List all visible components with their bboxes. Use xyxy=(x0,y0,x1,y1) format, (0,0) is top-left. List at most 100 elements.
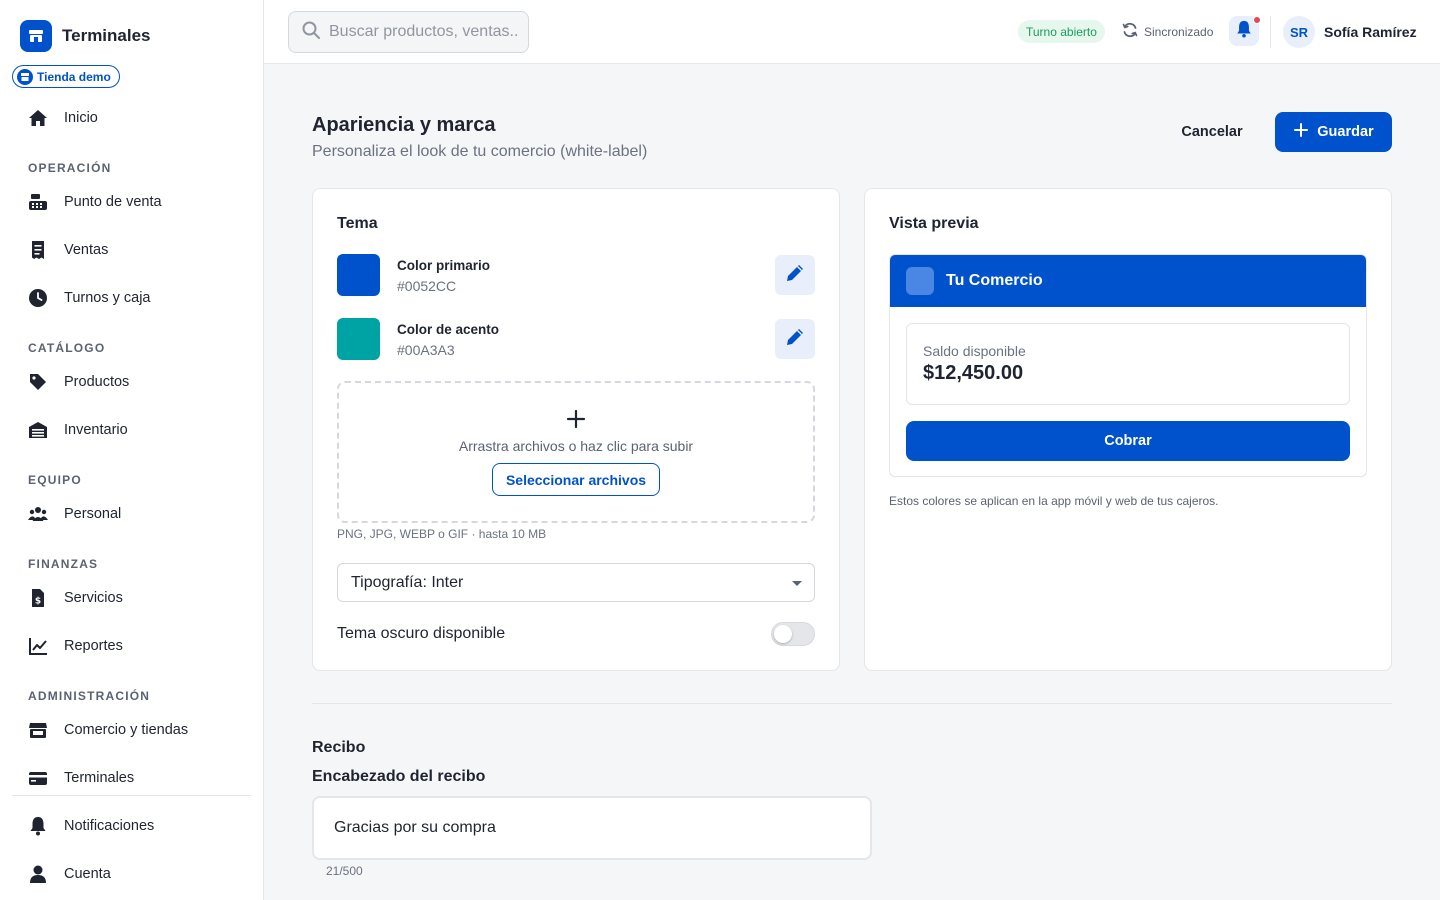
sidebar-item-notificaciones[interactable]: Notificaciones xyxy=(28,814,154,838)
sidebar-item-label: Servicios xyxy=(64,590,123,606)
credit-card-icon xyxy=(28,768,48,788)
page-subtitle: Personaliza el look de tu comercio (whit… xyxy=(312,143,648,160)
notification-dot xyxy=(1253,16,1261,24)
dark-mode-toggle[interactable] xyxy=(771,622,815,646)
toggle-knob xyxy=(774,625,792,643)
sidebar-item-terminales[interactable]: Terminales xyxy=(28,766,134,790)
search-input[interactable] xyxy=(329,23,519,41)
sidebar-item-ventas[interactable]: Ventas xyxy=(28,238,108,262)
store-icon xyxy=(17,68,33,85)
primary-color-label: Color primario xyxy=(397,258,491,273)
receipt-header-input[interactable] xyxy=(312,796,872,860)
accent-color-hex: #00A3A3 xyxy=(397,342,455,358)
save-button-label: Guardar xyxy=(1317,124,1374,140)
sidebar-item-servicios[interactable]: $ Servicios xyxy=(28,586,123,610)
sidebar-item-personal[interactable]: Personal xyxy=(28,502,121,526)
sidebar-item-comercio[interactable]: Comercio y tiendas xyxy=(28,718,188,742)
cash-register-icon xyxy=(28,192,48,212)
caret-down-icon xyxy=(792,581,802,586)
sidebar-item-cuenta[interactable]: Cuenta xyxy=(28,862,111,886)
users-icon xyxy=(28,504,48,524)
logo-dropzone[interactable]: Arrastra archivos o haz clic para subir … xyxy=(337,381,815,523)
section-administracion: ADMINISTRACIÓN xyxy=(28,689,151,703)
page-title: Apariencia y marca xyxy=(312,114,496,136)
tag-icon xyxy=(28,372,48,392)
preview-charge-button[interactable]: Cobrar xyxy=(906,421,1350,461)
sidebar-divider xyxy=(12,795,251,796)
preview-brand-name: Tu Comercio xyxy=(946,272,1043,289)
clock-icon xyxy=(28,288,48,308)
preview-header: Tu Comercio xyxy=(890,255,1366,307)
sidebar-item-label: Notificaciones xyxy=(64,818,155,834)
balance-label: Saldo disponible xyxy=(923,343,1026,359)
user-menu[interactable]: SR Sofía Ramírez xyxy=(1283,16,1417,48)
receipt-header-label: Encabezado del recibo xyxy=(312,768,486,785)
theme-card: Tema Color primario #0052CC Color de ace… xyxy=(312,188,840,671)
sidebar-item-inicio[interactable]: Inicio xyxy=(28,106,98,130)
notifications-button[interactable] xyxy=(1229,16,1261,46)
dark-mode-label: Tema oscuro disponible xyxy=(337,625,506,642)
sidebar-item-label: Punto de venta xyxy=(64,194,162,210)
svg-text:$: $ xyxy=(35,597,41,607)
save-button[interactable]: Guardar xyxy=(1275,112,1392,152)
balance-value: $12,450.00 xyxy=(923,362,1024,384)
preview-frame: Tu Comercio Saldo disponible $12,450.00 … xyxy=(889,254,1367,477)
sidebar-item-turnos[interactable]: Turnos y caja xyxy=(28,286,151,310)
store-name: Tienda demo xyxy=(37,69,111,84)
upload-hint: PNG, JPG, WEBP o GIF · hasta 10 MB xyxy=(337,527,547,541)
primary-color-hex: #0052CC xyxy=(397,278,457,294)
search-box[interactable] xyxy=(288,11,529,53)
primary-color-swatch[interactable] xyxy=(337,254,380,296)
pencil-icon xyxy=(784,326,806,353)
warehouse-icon xyxy=(28,420,48,440)
section-equipo: EQUIPO xyxy=(28,473,82,487)
sidebar-item-inventario[interactable]: Inventario xyxy=(28,418,128,442)
pencil-icon xyxy=(784,262,806,289)
edit-primary-color-button[interactable] xyxy=(775,255,815,295)
font-select[interactable]: Tipografía: Inter xyxy=(337,563,815,602)
sidebar-item-label: Ventas xyxy=(64,242,109,258)
home-icon xyxy=(28,108,48,128)
section-catalogo: CATÁLOGO xyxy=(28,341,106,355)
accent-color-swatch[interactable] xyxy=(337,318,380,360)
topbar-divider xyxy=(1270,16,1271,48)
section-finanzas: FINANZAS xyxy=(28,557,99,571)
sidebar-item-label: Personal xyxy=(64,506,122,522)
section-divider xyxy=(312,703,1392,704)
user-icon xyxy=(28,864,48,884)
section-operacion: OPERACIÓN xyxy=(28,161,112,175)
brand[interactable]: Terminales xyxy=(20,20,151,52)
sync-status[interactable]: Sincronizado xyxy=(1122,22,1213,41)
sidebar: Terminales Tienda demo Inicio OPERACIÓN … xyxy=(0,0,264,900)
app-name: Terminales xyxy=(62,26,151,45)
sidebar-item-reportes[interactable]: Reportes xyxy=(28,634,123,658)
avatar: SR xyxy=(1283,16,1315,48)
chart-line-icon xyxy=(28,636,48,656)
char-counter: 21/500 xyxy=(326,864,363,878)
preview-logo-placeholder xyxy=(906,267,934,295)
shift-status-badge: Turno abierto xyxy=(1018,20,1105,43)
primary-color-row: Color primario #0052CC xyxy=(337,254,815,296)
sidebar-item-label: Reportes xyxy=(64,638,123,654)
sidebar-item-pos[interactable]: Punto de venta xyxy=(28,190,162,214)
invoice-dollar-icon: $ xyxy=(28,588,48,608)
select-files-button[interactable]: Seleccionar archivos xyxy=(492,463,660,496)
preview-note: Estos colores se aplican en la app móvil… xyxy=(889,494,1219,508)
accent-color-row: Color de acento #00A3A3 xyxy=(337,318,815,360)
bell-icon xyxy=(28,816,48,836)
refresh-icon xyxy=(1122,22,1138,41)
store-logo-icon xyxy=(20,20,52,52)
receipt-section-title: Recibo xyxy=(312,739,366,756)
search-icon xyxy=(301,20,321,45)
bell-icon xyxy=(1235,20,1253,43)
sidebar-item-productos[interactable]: Productos xyxy=(28,370,129,394)
preview-balance-card: Saldo disponible $12,450.00 xyxy=(906,323,1350,405)
sidebar-item-label: Comercio y tiendas xyxy=(64,722,189,738)
edit-accent-color-button[interactable] xyxy=(775,319,815,359)
cancel-button[interactable]: Cancelar xyxy=(1168,112,1256,152)
user-name: Sofía Ramírez xyxy=(1324,24,1417,40)
sidebar-item-label: Cuenta xyxy=(64,866,111,882)
dropzone-text: Arrastra archivos o haz clic para subir xyxy=(458,438,694,454)
preview-card: Vista previa Tu Comercio Saldo disponibl… xyxy=(864,188,1392,671)
store-selector[interactable]: Tienda demo xyxy=(12,65,120,88)
